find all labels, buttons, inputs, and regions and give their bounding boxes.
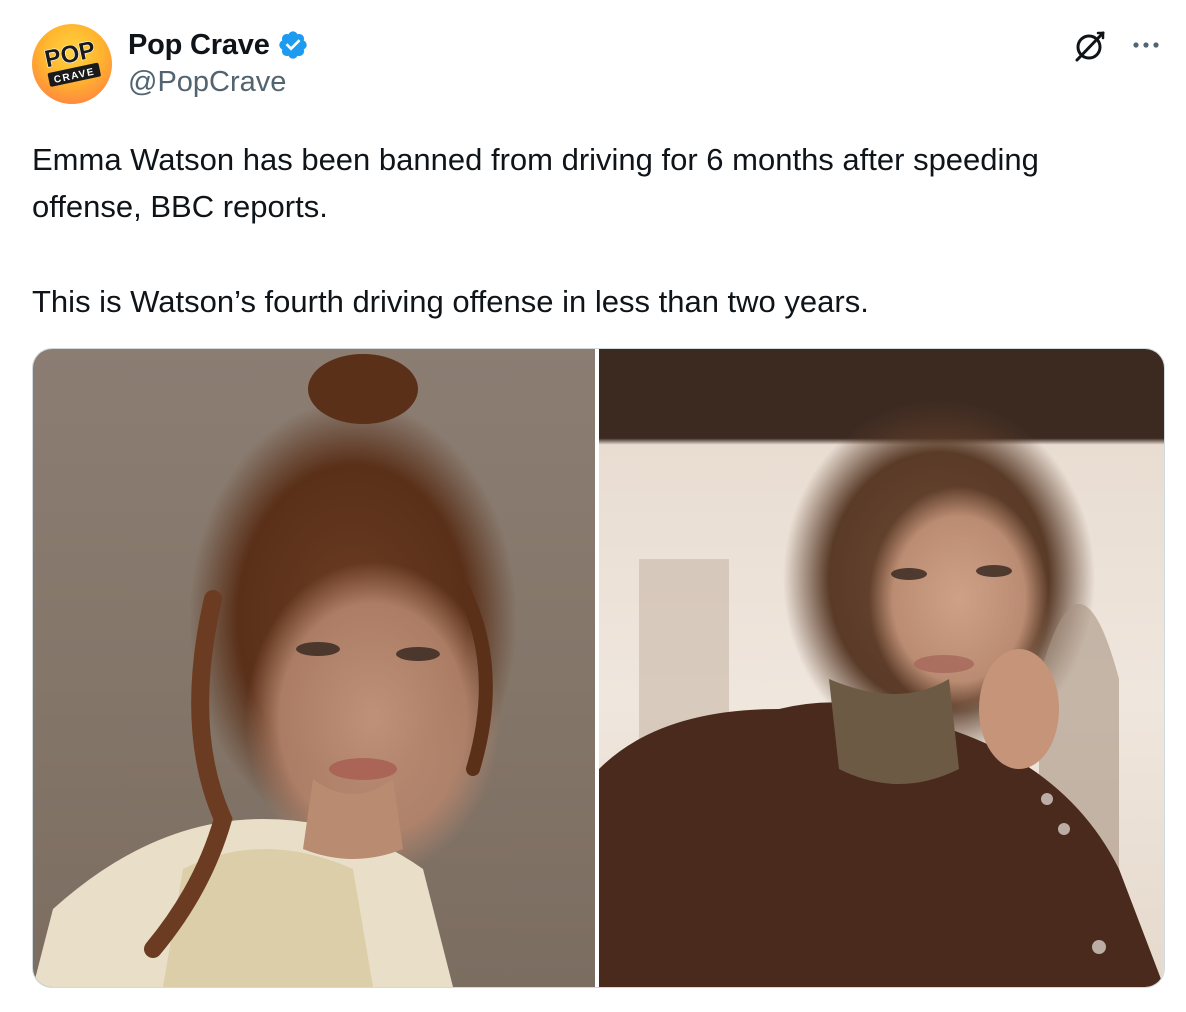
- pop-crave-logo-icon: POP CRAVE: [42, 36, 101, 87]
- grok-icon[interactable]: [1070, 26, 1110, 66]
- tweet-paragraph-2: This is Watson’s fourth driving offense …: [32, 284, 869, 319]
- tweet-card[interactable]: POP CRAVE Pop Crave @PopCrave Emma Watso…: [0, 0, 1186, 1012]
- avatar[interactable]: POP CRAVE: [32, 24, 112, 104]
- verified-badge-icon[interactable]: [277, 29, 309, 61]
- author-handle[interactable]: @PopCrave: [128, 66, 309, 99]
- tweet-photo-1[interactable]: [33, 349, 595, 987]
- tweet-author: Pop Crave @PopCrave: [128, 26, 309, 99]
- portrait-photo-2-icon: [599, 559, 1164, 987]
- author-display-name[interactable]: Pop Crave: [128, 29, 270, 62]
- author-name-row: Pop Crave: [128, 26, 309, 64]
- more-options-icon[interactable]: [1126, 30, 1166, 60]
- tweet-photo-2[interactable]: [599, 349, 1164, 987]
- tweet-media-grid: [32, 348, 1165, 988]
- portrait-photo-1-icon: [33, 354, 493, 987]
- tweet-paragraph-1: Emma Watson has been banned from driving…: [32, 142, 1039, 224]
- tweet-text: Emma Watson has been banned from driving…: [32, 136, 1152, 325]
